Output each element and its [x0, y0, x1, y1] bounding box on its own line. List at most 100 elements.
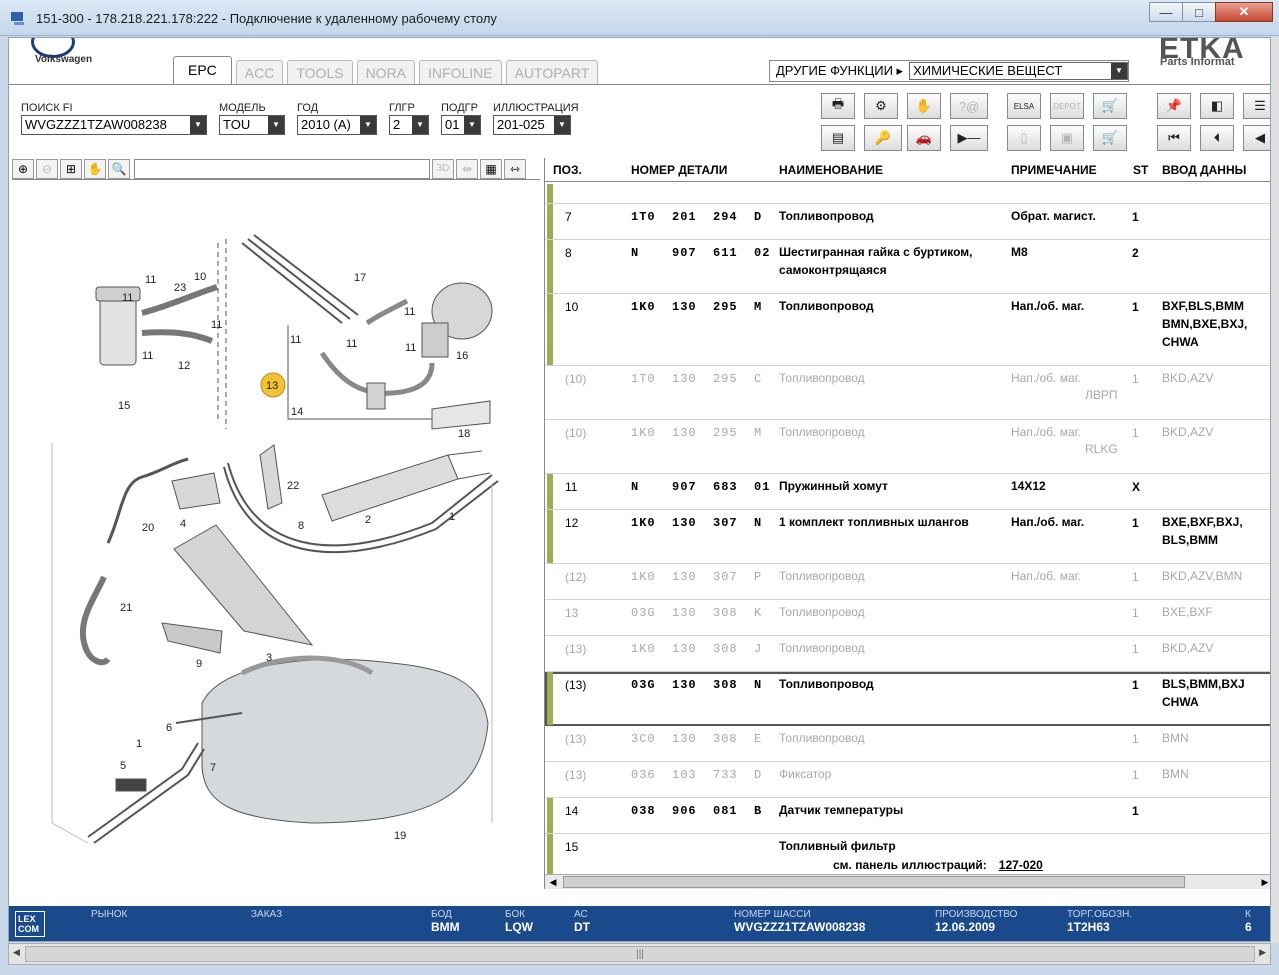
- col-note-header[interactable]: ПРИМЕЧАНИЕ: [1011, 163, 1097, 177]
- phone-icon[interactable]: ▯: [1007, 125, 1041, 151]
- table-row[interactable]: 11 N 907 683 01 Пружинный хомут 14X12 X: [545, 474, 1270, 510]
- callout-3[interactable]: 3: [266, 652, 272, 664]
- chevron-down-icon[interactable]: ▼: [190, 116, 206, 134]
- filter-subgroup-select[interactable]: 01 ▼: [441, 115, 481, 135]
- table-row[interactable]: (13) 3C0 130 308 E Топливопровод 1 BMN: [545, 726, 1270, 762]
- resize-panes-icon[interactable]: ⇿: [504, 158, 526, 179]
- car-icon[interactable]: 🚗: [907, 125, 941, 151]
- help-icon[interactable]: ?@: [950, 93, 988, 119]
- tab-epc[interactable]: EPC: [173, 56, 232, 85]
- table-row[interactable]: 8 N 907 611 02 Шестигранная гайка с буртик…: [545, 240, 1270, 294]
- table-row[interactable]: (13) 03G 130 308 N Топливопровод 1 BLS,BMM,B…: [545, 672, 1270, 726]
- table-row[interactable]: [545, 184, 1270, 204]
- maximize-button[interactable]: □: [1182, 2, 1216, 22]
- callout-11[interactable]: 11: [142, 350, 153, 362]
- depot-button[interactable]: DEPOT: [1050, 93, 1084, 119]
- minimize-button[interactable]: —: [1149, 2, 1183, 22]
- prev-page-icon[interactable]: ⏴: [1200, 125, 1234, 151]
- callout-14[interactable]: 14: [291, 406, 303, 418]
- col-st-header[interactable]: ST: [1133, 163, 1148, 177]
- callout-19[interactable]: 19: [394, 830, 406, 842]
- callout-11[interactable]: 11: [405, 342, 416, 354]
- key-icon[interactable]: 🔑: [864, 125, 902, 151]
- callout-11[interactable]: 11: [122, 292, 133, 304]
- callout-6[interactable]: 6: [166, 722, 172, 734]
- scroll-left-icon[interactable]: ◀: [13, 947, 20, 958]
- table-row[interactable]: (13) 1K0 130 308 J Топливопровод 1 BKD,AZV: [545, 636, 1270, 672]
- callout-1[interactable]: 1: [449, 511, 455, 523]
- parts-illustration[interactable]: 11 23 10 11 11 11 12 15 17 11 11 11 11 1…: [12, 183, 540, 898]
- callout-22[interactable]: 22: [287, 480, 299, 492]
- chevron-down-icon[interactable]: ▼: [360, 116, 376, 134]
- callout-2[interactable]: 2: [365, 514, 371, 526]
- filter-illustration-select[interactable]: 201-025 ▼: [493, 115, 571, 135]
- split-view-icon[interactable]: ⇹: [456, 158, 478, 179]
- play-minus-icon[interactable]: ▶—: [950, 125, 988, 151]
- illustration-link[interactable]: 127-020: [999, 858, 1043, 872]
- list-back-icon[interactable]: ◧: [1200, 93, 1234, 119]
- chevron-down-icon[interactable]: ▼: [554, 116, 570, 134]
- callout-11[interactable]: 11: [404, 306, 415, 318]
- callout-15[interactable]: 15: [118, 400, 130, 412]
- pin-icon[interactable]: 📌: [1157, 93, 1191, 119]
- zoom-fit-icon[interactable]: ⊞: [60, 158, 82, 179]
- other-functions-select[interactable]: ХИМИЧЕСКИЕ ВЕЩЕСТ ▼: [909, 62, 1128, 80]
- tab-nora[interactable]: NORA: [356, 60, 416, 84]
- chevron-down-icon[interactable]: ▼: [1111, 63, 1127, 79]
- callout-17[interactable]: 17: [354, 272, 366, 284]
- hand-icon[interactable]: ✋: [84, 158, 106, 179]
- back-icon[interactable]: ◀: [1243, 125, 1270, 151]
- illustration-search-input[interactable]: [134, 158, 430, 179]
- print-icon[interactable]: 🖶: [821, 93, 855, 119]
- tab-autopart[interactable]: AUTOPART: [505, 60, 599, 84]
- callout-23[interactable]: 23: [174, 282, 186, 294]
- callout-12[interactable]: 12: [178, 360, 190, 372]
- zoom-in-icon[interactable]: ⊕: [12, 158, 34, 179]
- callout-11[interactable]: 11: [346, 338, 357, 350]
- tab-infoline[interactable]: INFOLINE: [419, 60, 502, 84]
- cart-transfer-icon[interactable]: 🛒: [1093, 93, 1127, 119]
- table-row[interactable]: (13) 036 103 733 D Фиксатор 1 BMN: [545, 762, 1270, 798]
- tab-tools[interactable]: TOOLS: [287, 60, 353, 84]
- table-hscrollbar[interactable]: ◀ ▶: [545, 874, 1270, 889]
- table-row[interactable]: 12 1K0 130 307 N 1 комплект топливных шлан…: [545, 510, 1270, 564]
- table-row[interactable]: (10) 1K0 130 295 M Топливопровод Нап./об. м…: [545, 420, 1270, 474]
- callout-10[interactable]: 10: [194, 271, 206, 283]
- callout-9[interactable]: 9: [196, 658, 202, 670]
- table-row[interactable]: (10) 1T0 130 295 C Топливопровод Нап./об. м…: [545, 366, 1270, 420]
- cart-icon[interactable]: 🛒: [1093, 125, 1127, 151]
- window-hscrollbar[interactable]: ◀ ||| ▶: [8, 943, 1271, 965]
- filter-year-select[interactable]: 2010 (A) ▼: [297, 115, 377, 135]
- magnifier-icon[interactable]: 🔍: [108, 158, 130, 179]
- callout-1[interactable]: 1: [136, 738, 142, 750]
- chevron-down-icon[interactable]: ▼: [412, 116, 428, 134]
- col-pos-header[interactable]: ПОЗ.: [553, 163, 582, 177]
- callout-8[interactable]: 8: [298, 520, 304, 532]
- table-row[interactable]: (12) 1K0 130 307 P Топливопровод Нап./об. м…: [545, 564, 1270, 600]
- callout-4[interactable]: 4: [180, 518, 186, 530]
- table-hscroll-thumb[interactable]: [563, 876, 1185, 888]
- table-row[interactable]: 15 Топливный фильтр см. панель иллюстраций…: [545, 834, 1270, 878]
- col-num-header[interactable]: НОМЕР ДЕТАЛИ: [631, 163, 727, 177]
- callout-11[interactable]: 11: [211, 319, 222, 331]
- workshop-icon[interactable]: ⚙: [864, 93, 898, 119]
- view-3d-button[interactable]: 3D: [432, 158, 454, 179]
- window-hscroll-thumb[interactable]: |||: [25, 946, 1255, 962]
- chevron-down-icon[interactable]: ▼: [268, 116, 284, 134]
- parts-list-icon[interactable]: ▤: [821, 125, 855, 151]
- callout-11[interactable]: 11: [290, 334, 301, 346]
- callout-5[interactable]: 5: [120, 760, 126, 772]
- table-row[interactable]: 10 1K0 130 295 M Топливопровод Нап./об. маг…: [545, 294, 1270, 366]
- first-page-icon[interactable]: ⏮: [1157, 125, 1191, 151]
- scroll-right-icon[interactable]: ▶: [1259, 947, 1266, 958]
- callout-18[interactable]: 18: [458, 428, 470, 440]
- scroll-right-icon[interactable]: ▶: [1257, 875, 1270, 889]
- layout-icon[interactable]: ▦: [480, 158, 502, 179]
- zoom-out-icon[interactable]: ⊖: [36, 158, 58, 179]
- callout-16[interactable]: 16: [456, 350, 468, 362]
- filter-model-select[interactable]: TOU ▼: [219, 115, 285, 135]
- elsa-button[interactable]: ELSA: [1007, 93, 1041, 119]
- filter-mgroup-select[interactable]: 2 ▼: [389, 115, 429, 135]
- window-vscrollbar[interactable]: [1271, 37, 1279, 943]
- callout-21[interactable]: 21: [120, 602, 132, 614]
